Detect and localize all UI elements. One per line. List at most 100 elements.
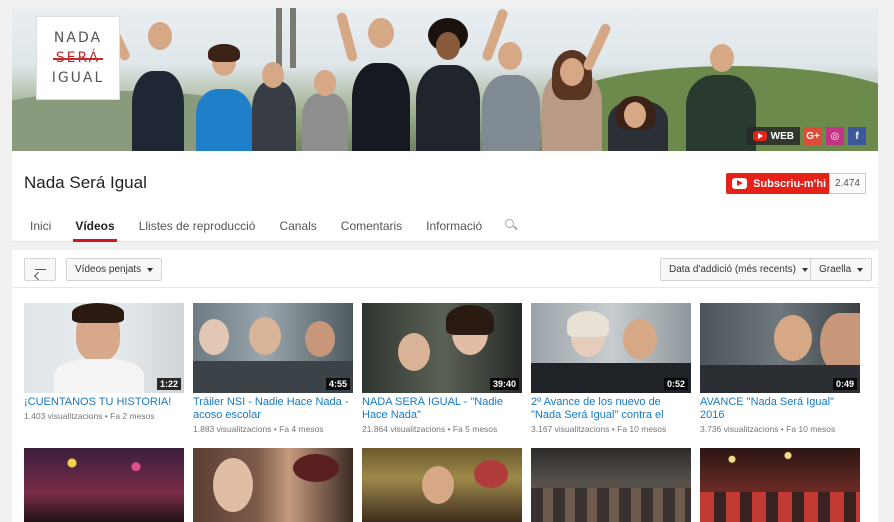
banner-pole — [290, 8, 296, 68]
video-views: 21.864 visualitzacions — [362, 424, 446, 434]
view-dropdown[interactable]: Graella — [810, 258, 873, 281]
banner-person-head — [560, 58, 584, 86]
video-views: 3.167 visualitzacions — [531, 424, 610, 434]
video-thumbnail[interactable]: 4:55 — [193, 303, 353, 393]
video-meta: 1.883 visualitzacions • Fa 4 mesos — [193, 424, 324, 434]
tab-channels[interactable]: Canals — [277, 211, 318, 242]
video-duration: 0:49 — [832, 378, 857, 390]
banner-person — [352, 63, 410, 151]
subscribe-label: Subscriu-m'hi — [753, 177, 826, 190]
banner-person-hair — [208, 44, 240, 62]
video-title[interactable]: AVANCE "Nada Será Igual" 2016 — [700, 396, 860, 422]
video-title[interactable]: Tráiler NSI - Nadie Hace Nada - acoso es… — [193, 396, 353, 422]
sort-dropdown[interactable]: Data d'addició (més recents) — [660, 258, 817, 281]
tab-about[interactable]: Informació — [424, 211, 484, 242]
banner-pole — [276, 8, 282, 68]
banner-person-head — [436, 32, 460, 60]
thumb-figure-body — [54, 359, 144, 393]
google-plus-icon[interactable]: G+ — [804, 127, 822, 145]
video-title[interactable]: ¡CUENTANOS TU HISTORIA! — [24, 396, 184, 409]
uploads-filter-label: Vídeos penjats — [75, 264, 142, 275]
video-title[interactable]: NADA SERÁ IGUAL - "Nadie Hace Nada" — [362, 396, 522, 422]
video-meta: 3.167 visualitzacions • Fa 10 mesos — [531, 424, 667, 434]
video-duration: 4:55 — [325, 378, 350, 390]
video-card[interactable]: 0:52 2º Avance de los nuevo de "Nada Ser… — [531, 303, 691, 434]
video-age: Fa 10 mesos — [786, 424, 836, 434]
thumb-crowd — [700, 492, 860, 522]
thumb-figure — [249, 317, 281, 355]
view-label: Graella — [819, 264, 852, 275]
banner-web-label: WEB — [770, 130, 794, 142]
video-card[interactable] — [531, 448, 691, 522]
video-thumbnail[interactable]: 1:22 — [24, 303, 184, 393]
video-card[interactable]: 39:40 NADA SERÁ IGUAL - "Nadie Hace Nada… — [362, 303, 522, 434]
video-views: 3.736 visualitzacions — [700, 424, 779, 434]
thumb-figure — [820, 313, 860, 373]
video-card[interactable]: 0:49 AVANCE "Nada Será Igual" 2016 3.736… — [700, 303, 860, 434]
video-meta: 21.864 visualitzacions • Fa 5 mesos — [362, 424, 498, 434]
video-card[interactable] — [700, 448, 860, 522]
video-meta: 1.403 visualitzacions • Fa 2 mesos — [24, 411, 155, 421]
thumb-figure — [398, 333, 430, 371]
banner-person — [302, 93, 348, 151]
video-thumbnail[interactable]: 0:49 — [700, 303, 860, 393]
video-thumbnail[interactable] — [24, 448, 184, 522]
back-button[interactable] — [24, 258, 56, 281]
logo-line: IGUAL — [51, 70, 105, 86]
videos-toolbar: Vídeos penjats Data d'addició (més recen… — [12, 250, 878, 288]
banner-links: WEB G+ ◎ f — [746, 127, 866, 145]
video-thumbnail[interactable]: 39:40 — [362, 303, 522, 393]
video-card[interactable] — [24, 448, 184, 522]
video-card[interactable] — [362, 448, 522, 522]
thumb-figure-hair — [446, 305, 494, 335]
thumb-figure-hair — [567, 311, 609, 337]
video-thumbnail[interactable] — [531, 448, 691, 522]
banner-person-head — [314, 70, 336, 96]
thumb-figure — [305, 321, 335, 357]
video-views: 1.403 visualitzacions — [24, 411, 103, 421]
thumb-figure — [623, 319, 657, 359]
banner-web-link[interactable]: WEB — [746, 127, 800, 145]
logo-line: NADA — [53, 30, 103, 46]
video-title[interactable]: 2º Avance de los nuevo de "Nada Será Igu… — [531, 396, 691, 422]
video-grid: 1:22 ¡CUENTANOS TU HISTORIA! 1.403 visua… — [24, 303, 860, 522]
subscribe-button[interactable]: Subscriu-m'hi — [726, 173, 832, 194]
instagram-icon[interactable]: ◎ — [826, 127, 844, 145]
videos-section: Vídeos penjats Data d'addició (més recen… — [12, 250, 878, 522]
channel-name[interactable]: Nada Será Igual — [24, 173, 147, 193]
banner-person-head — [262, 62, 284, 88]
sort-label: Data d'addició (més recents) — [669, 264, 796, 275]
banner-person-head — [710, 44, 734, 72]
video-thumbnail[interactable] — [700, 448, 860, 522]
video-thumbnail[interactable]: 0:52 — [531, 303, 691, 393]
chevron-down-icon — [857, 267, 864, 272]
banner-person-arm — [335, 11, 359, 63]
thumb-figure-hair — [72, 303, 124, 323]
thumb-crowd — [531, 488, 691, 522]
tab-home[interactable]: Inici — [28, 211, 53, 242]
facebook-icon[interactable]: f — [848, 127, 866, 145]
search-icon[interactable] — [504, 211, 518, 241]
banner-person — [252, 81, 296, 151]
tab-videos[interactable]: Vídeos — [73, 211, 118, 242]
tab-playlists[interactable]: Llistes de reproducció — [137, 211, 258, 242]
video-thumbnail[interactable] — [362, 448, 522, 522]
channel-tabs: Inici Vídeos Llistes de reproducció Cana… — [28, 211, 518, 242]
video-duration: 1:22 — [156, 378, 181, 390]
video-card[interactable]: 4:55 Tráiler NSI - Nadie Hace Nada - aco… — [193, 303, 353, 434]
video-duration: 39:40 — [489, 378, 519, 390]
video-thumbnail[interactable] — [193, 448, 353, 522]
channel-header: Nada Será Igual Subscriu-m'hi 2.474 Inic… — [12, 151, 878, 242]
uploads-filter-button[interactable]: Vídeos penjats — [66, 258, 163, 281]
video-card[interactable] — [193, 448, 353, 522]
video-duration: 0:52 — [663, 378, 688, 390]
thumb-figure — [774, 315, 812, 361]
video-card[interactable]: 1:22 ¡CUENTANOS TU HISTORIA! 1.403 visua… — [24, 303, 184, 434]
banner-person-head — [148, 22, 172, 50]
banner-person — [132, 71, 184, 151]
banner-person — [416, 65, 480, 151]
video-meta: 3.736 visualitzacions • Fa 10 mesos — [700, 424, 836, 434]
thumb-figure — [422, 466, 454, 504]
thumb-figure — [213, 458, 253, 512]
tab-discussion[interactable]: Comentaris — [339, 211, 404, 242]
